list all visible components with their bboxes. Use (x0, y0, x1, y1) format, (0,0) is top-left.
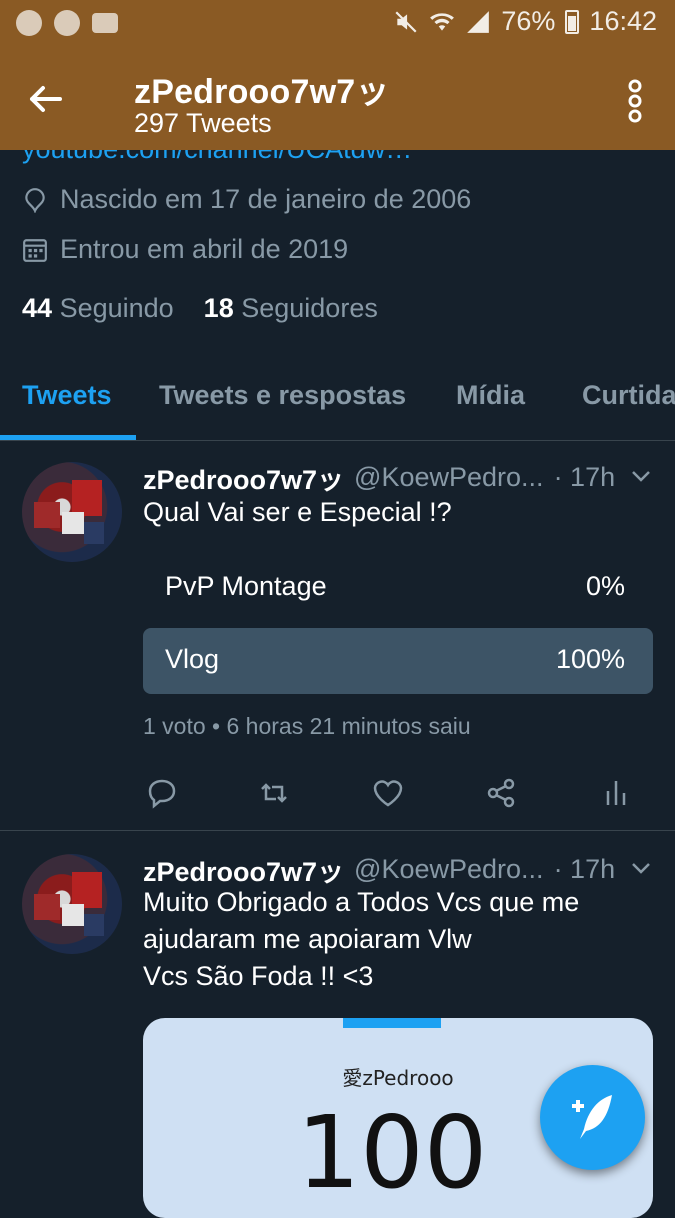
active-tab-indicator (0, 435, 136, 440)
tweet-count: 297 Tweets (134, 108, 272, 138)
retweet-icon[interactable] (258, 777, 290, 809)
follow-stats: 44 Seguindo 18 Seguidores (22, 293, 378, 324)
tab-tweets-and-replies[interactable]: Tweets e respostas (159, 380, 406, 411)
poll-option-percent: 0% (585, 571, 625, 601)
poll-option-label: PvP Montage (165, 571, 327, 601)
tweet-time: · 17h (553, 854, 616, 884)
birth-date: Nascido em 17 de janeiro de 2006 (60, 184, 472, 214)
tweet-author-name[interactable]: zPedrooo7w7ッ (143, 458, 344, 497)
back-arrow-icon[interactable] (22, 76, 68, 122)
clock: 16:42 (589, 6, 657, 36)
join-date-row: Entrou em abril de 2019 (22, 234, 348, 265)
signal-icon (467, 10, 490, 33)
mute-icon (395, 10, 417, 33)
like-icon[interactable] (372, 777, 404, 809)
compose-tweet-button[interactable] (540, 1065, 645, 1170)
chevron-down-icon[interactable] (629, 856, 653, 880)
profile-header: zPedrooo7w7ッ 297 Tweets (0, 46, 675, 150)
whatsapp-icon (54, 10, 80, 36)
tweet-text-line: Vcs São Foda !! <3 (143, 961, 374, 991)
chevron-down-icon[interactable] (629, 464, 653, 488)
poll-option: PvP Montage 0% (143, 555, 653, 621)
battery-icon (565, 9, 580, 34)
tweet-header: zPedrooo7w7ッ @KoewPedro... · 17h (143, 458, 615, 497)
chrome-icon (16, 10, 42, 36)
analytics-icon[interactable] (600, 777, 632, 809)
status-bar: 76% 16:42 (0, 0, 675, 46)
share-icon[interactable] (485, 777, 517, 809)
tweet-divider (0, 830, 675, 831)
battery-percent: 76% (501, 6, 556, 36)
tab-media[interactable]: Mídia (456, 380, 525, 411)
more-vert-icon[interactable] (625, 78, 645, 124)
tweet-text: Muito Obrigado a Todos Vcs que me ajudar… (143, 884, 643, 995)
voicemail-icon (92, 13, 118, 33)
avatar[interactable] (22, 854, 122, 954)
following-link[interactable]: 44 Seguindo (22, 293, 174, 324)
tab-tweets[interactable]: Tweets (22, 380, 112, 411)
poll-option-label: Vlog (165, 644, 220, 674)
profile-tabs: Tweets Tweets e respostas Mídia Curtidas (0, 360, 675, 441)
tweet-text: Qual Vai ser e Especial !? (143, 497, 452, 527)
calendar-icon (23, 238, 47, 262)
tweet-time: · 17h (553, 462, 616, 492)
location-icon (25, 187, 45, 213)
wifi-icon (430, 12, 455, 31)
tweet-text-line: Muito Obrigado a Todos Vcs que me (143, 887, 580, 917)
avatar[interactable] (22, 462, 122, 562)
tab-likes[interactable]: Curtidas (582, 380, 675, 411)
tweet-text-line: ajudaram me apoiaram Vlw (143, 924, 472, 954)
tweet-author-handle[interactable]: @KoewPedro... (354, 462, 544, 493)
reply-icon[interactable] (146, 777, 178, 809)
compose-tweet-icon (572, 1095, 612, 1139)
tweet-actions (143, 777, 643, 811)
tweet-author-handle[interactable]: @KoewPedro... (354, 854, 544, 885)
poll-meta: 1 voto • 6 horas 21 minutos saiu (143, 713, 471, 739)
birth-date-row: Nascido em 17 de janeiro de 2006 (22, 184, 471, 215)
join-date: Entrou em abril de 2019 (60, 234, 349, 264)
poll-option: Vlog 100% (143, 628, 653, 694)
poll-option-percent: 100% (555, 644, 625, 674)
profile-name: zPedrooo7w7ッ (134, 73, 390, 111)
media-top-bar (343, 1018, 441, 1028)
followers-link[interactable]: 18 Seguidores (204, 293, 378, 324)
